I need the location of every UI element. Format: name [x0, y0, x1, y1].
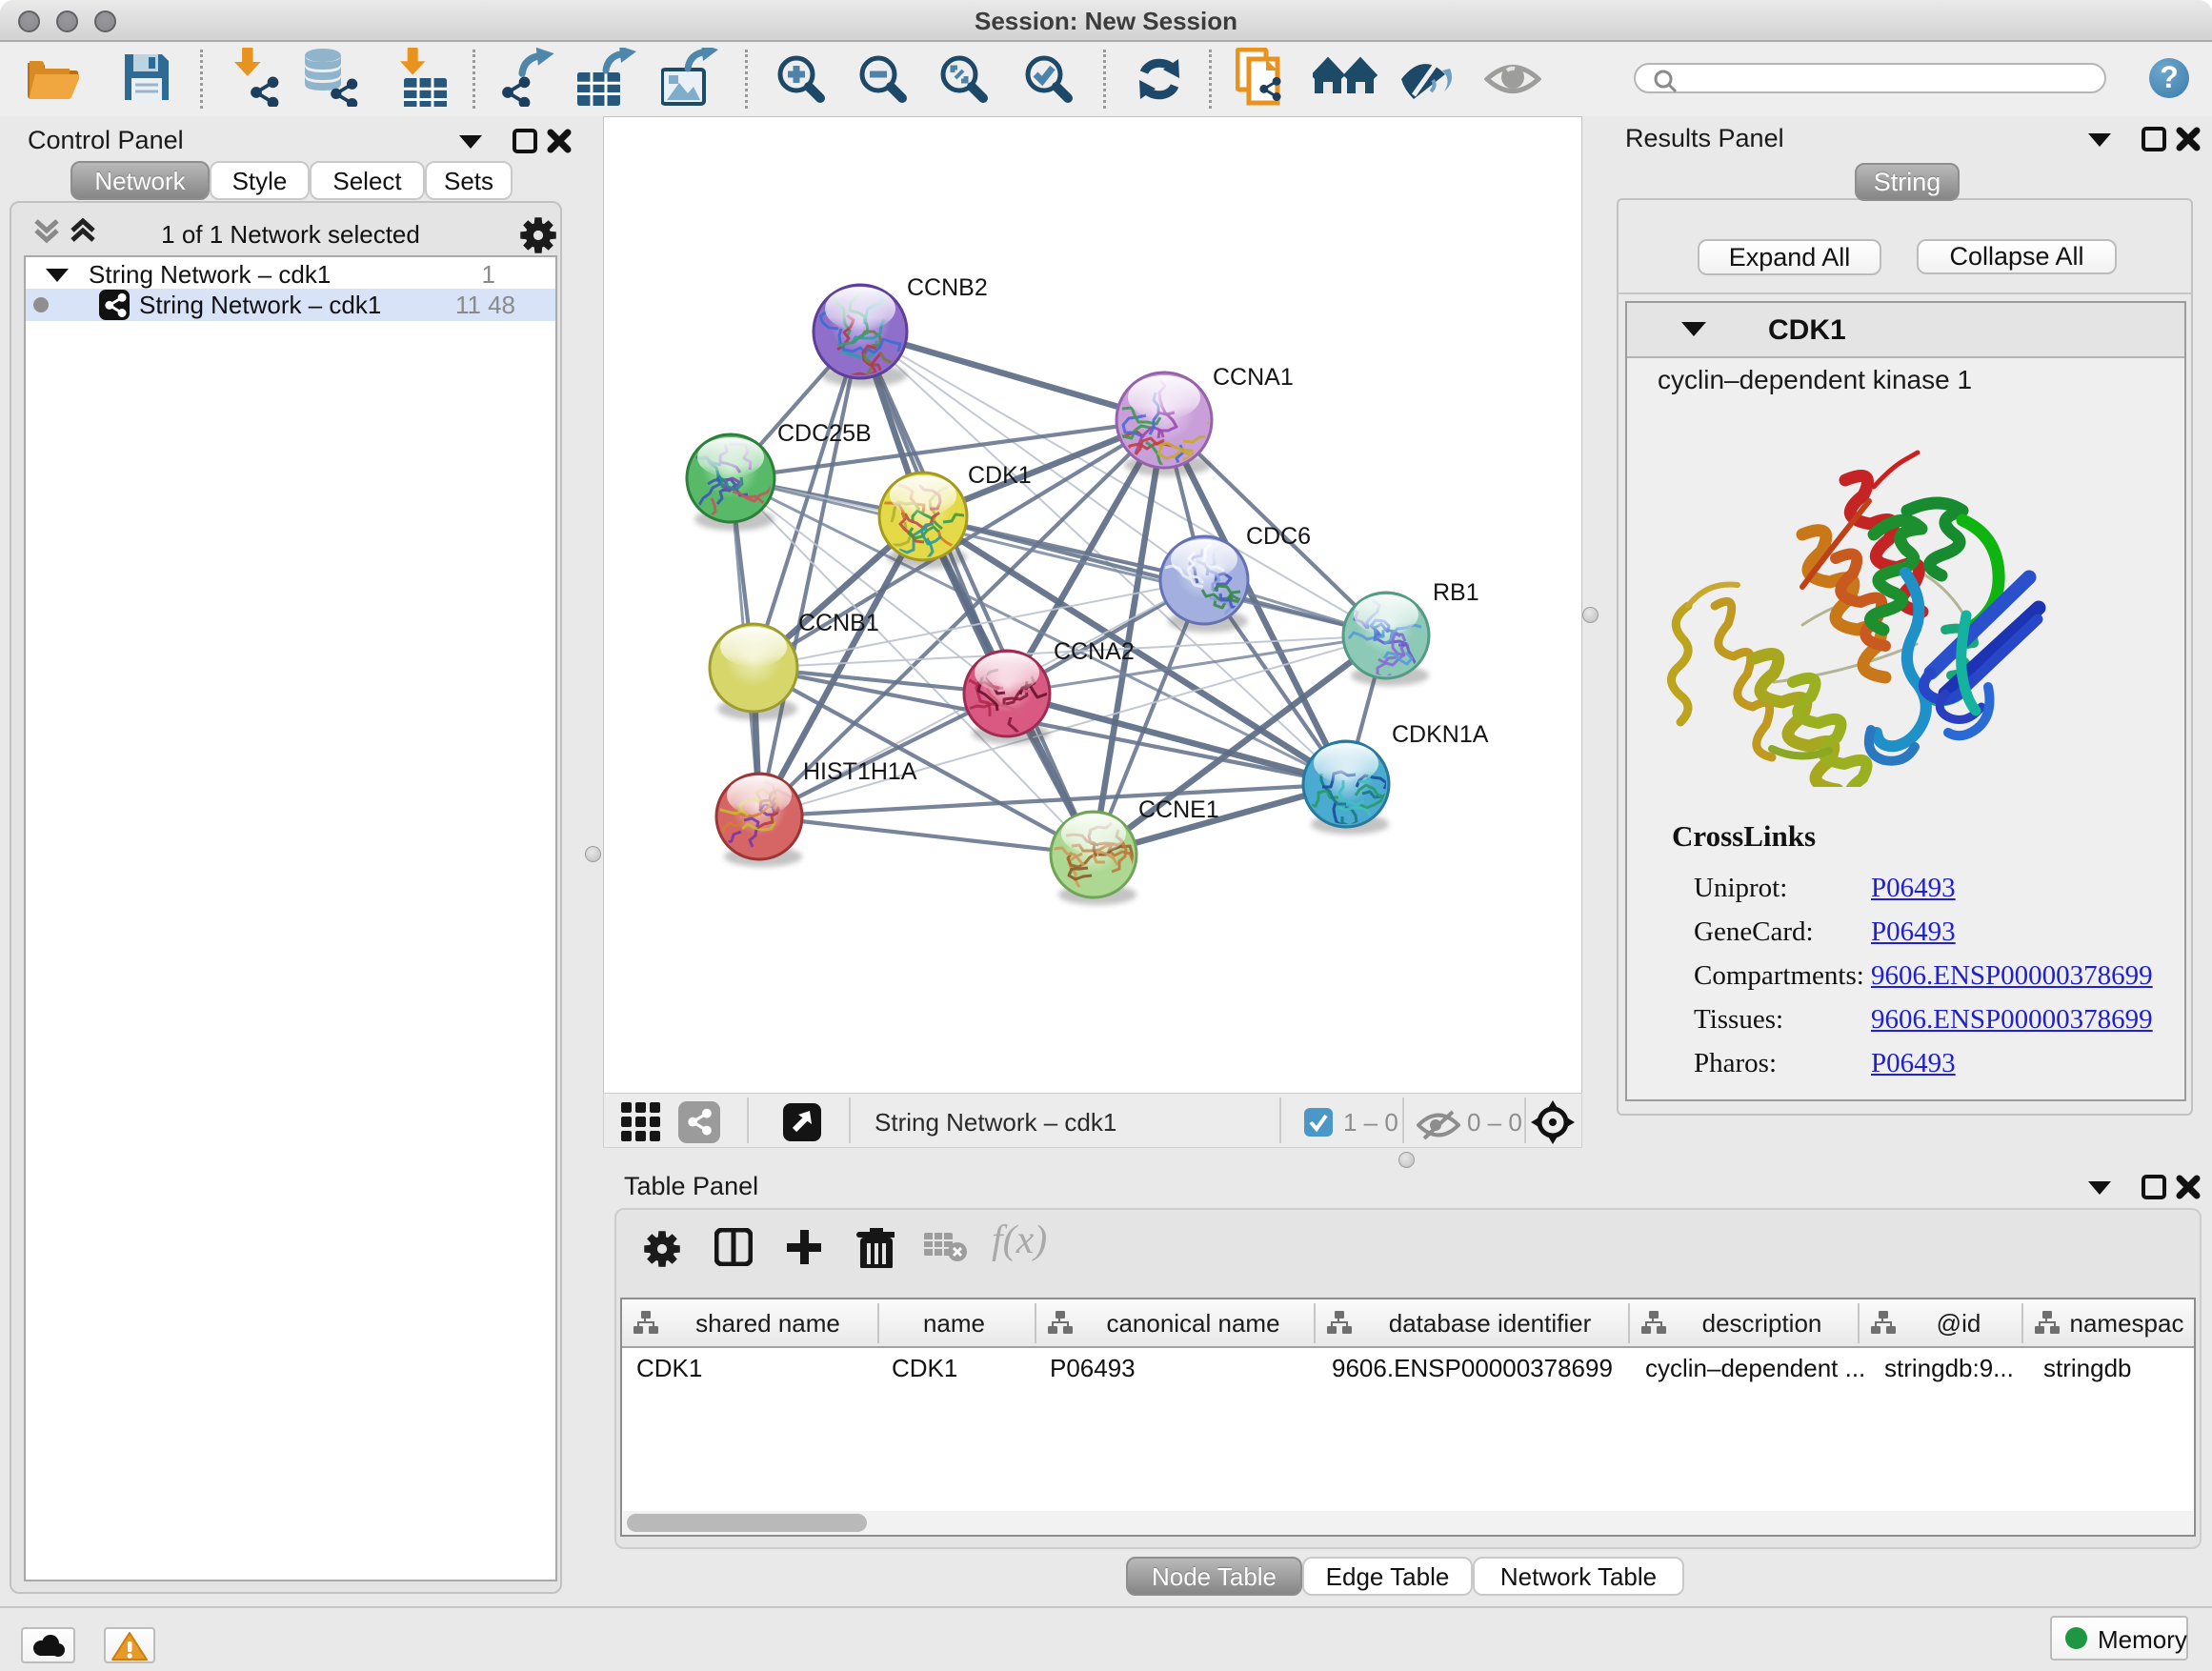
svg-text:CDKN1A: CDKN1A	[1392, 721, 1489, 748]
svg-text:CDC25B: CDC25B	[777, 420, 872, 447]
svg-text:CCNB2: CCNB2	[907, 274, 988, 301]
svg-text:CCNE1: CCNE1	[1138, 796, 1219, 823]
svg-text:CCNB1: CCNB1	[798, 610, 879, 636]
svg-text:RB1: RB1	[1433, 579, 1479, 606]
svg-text:CDC6: CDC6	[1246, 523, 1311, 550]
svg-text:CCNA1: CCNA1	[1213, 364, 1294, 391]
svg-text:CCNA2: CCNA2	[1054, 638, 1135, 665]
svg-text:HIST1H1A: HIST1H1A	[803, 758, 917, 785]
svg-text:CDK1: CDK1	[968, 462, 1032, 489]
